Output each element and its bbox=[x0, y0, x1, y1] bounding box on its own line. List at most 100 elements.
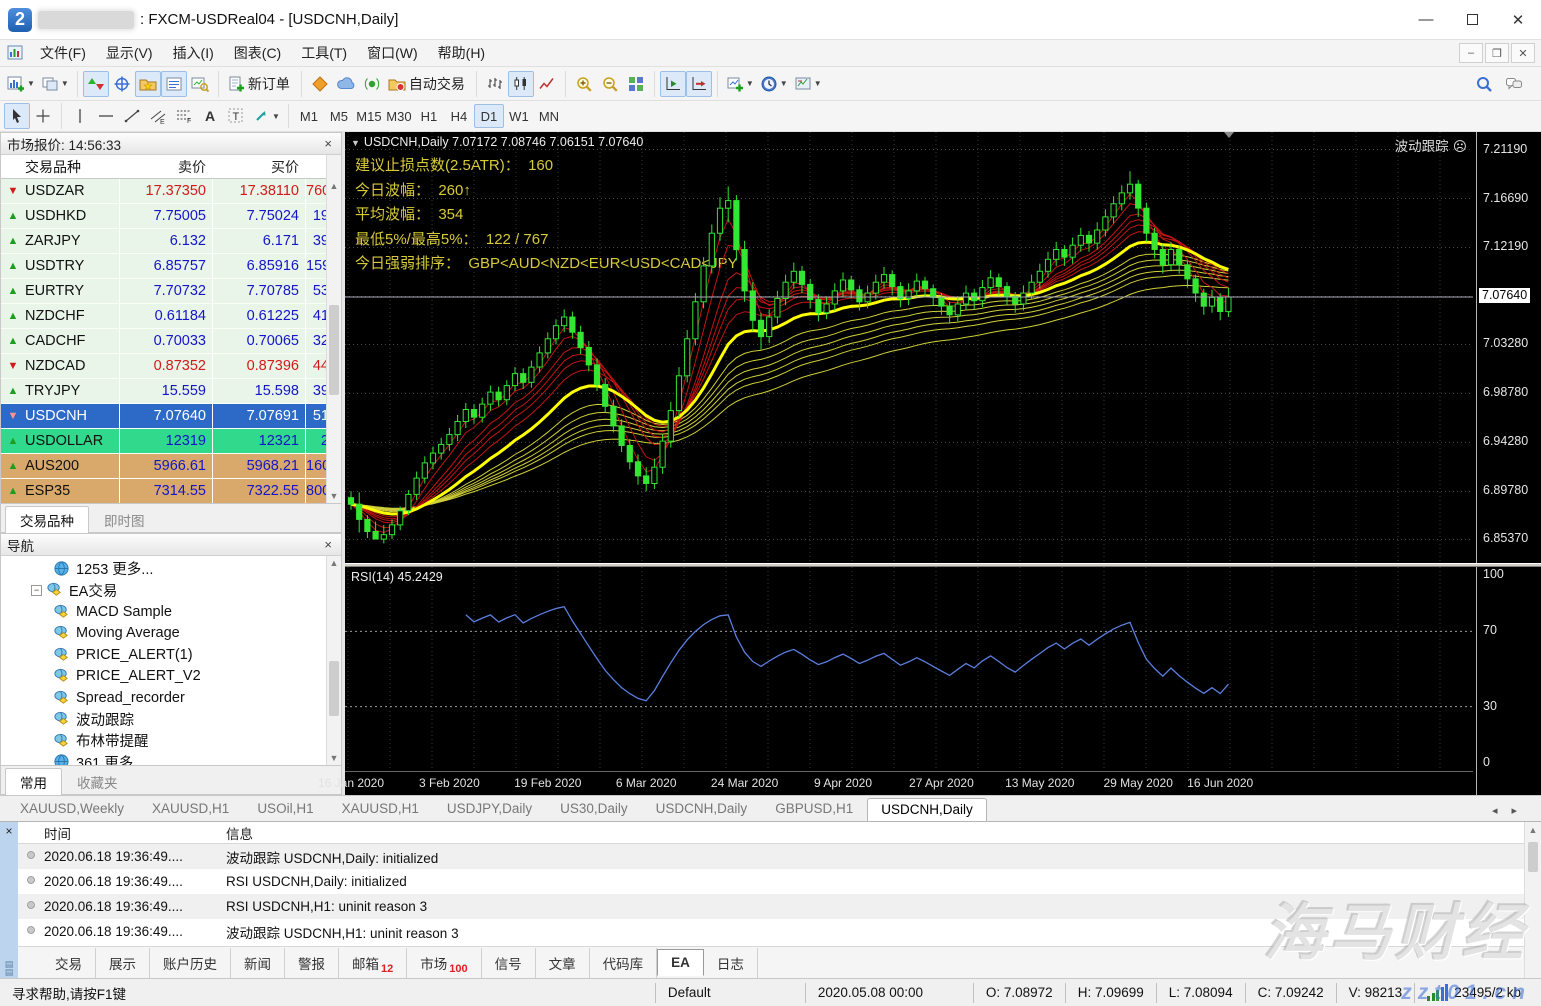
menu-item[interactable]: 帮助(H) bbox=[428, 42, 495, 64]
terminal-tab-文章[interactable]: 文章 bbox=[536, 947, 590, 978]
terminal-tab-日志[interactable]: 日志 bbox=[704, 947, 758, 978]
market-watch-row[interactable]: ▲ USDHKD 7.75005 7.75024 19 bbox=[1, 204, 341, 229]
indicators-button[interactable]: ▼ bbox=[723, 71, 757, 97]
navigator-item[interactable]: PRICE_ALERT_V2 bbox=[1, 666, 341, 688]
cursor-tool-button[interactable] bbox=[4, 103, 30, 129]
log-row[interactable]: 2020.06.18 19:36:49.... RSI USDCNH,H1: un… bbox=[18, 894, 1524, 919]
menu-item[interactable]: 窗口(W) bbox=[357, 42, 428, 64]
navigator-item[interactable]: 波动跟踪 bbox=[1, 709, 341, 731]
dropdown-arrow-icon[interactable]: ▼ bbox=[814, 79, 822, 88]
navigator-close-icon[interactable]: × bbox=[321, 537, 335, 552]
market-watch-row[interactable]: ▼ USDZAR 17.37350 17.38110 760 bbox=[1, 179, 341, 204]
scroll-down-icon[interactable]: ▼ bbox=[327, 753, 341, 763]
auto-scroll-button[interactable] bbox=[659, 70, 686, 97]
shapes-tool-button[interactable]: ▼ bbox=[249, 103, 283, 129]
dropdown-arrow-icon[interactable]: ▼ bbox=[746, 79, 754, 88]
scroll-down-icon[interactable]: ▼ bbox=[327, 491, 341, 501]
chart-tab[interactable]: USOil,H1 bbox=[243, 797, 327, 821]
line-chart-button[interactable] bbox=[534, 71, 560, 97]
timeframe-mn[interactable]: MN bbox=[534, 104, 564, 128]
scroll-up-icon[interactable]: ▲ bbox=[327, 181, 341, 191]
channel-tool-button[interactable]: E bbox=[145, 103, 171, 129]
panel-splitter[interactable] bbox=[345, 563, 1541, 567]
timeframe-m15[interactable]: M15 bbox=[354, 104, 384, 128]
scroll-thumb[interactable] bbox=[329, 661, 339, 716]
chart-shift-button[interactable] bbox=[685, 70, 712, 97]
navigator-item[interactable]: Moving Average bbox=[1, 623, 341, 645]
navigator-item[interactable]: MACD Sample bbox=[1, 601, 341, 623]
child-close-button[interactable]: ✕ bbox=[1511, 43, 1535, 63]
scroll-thumb[interactable] bbox=[329, 305, 339, 395]
child-restore-button[interactable]: ❐ bbox=[1485, 43, 1509, 63]
market-watch-row[interactable]: ▲ CADCHF 0.70033 0.70065 32 bbox=[1, 329, 341, 354]
terminal-scrollbar[interactable]: ▲ bbox=[1524, 822, 1541, 978]
terminal-tab-展示[interactable]: 展示 bbox=[96, 947, 150, 978]
rsi-subwindow[interactable]: RSI(14) 45.2429 bbox=[345, 567, 1473, 771]
chart-tab[interactable]: US30,Daily bbox=[546, 797, 642, 821]
market-watch-tab[interactable]: 交易品种 bbox=[5, 506, 89, 534]
navigator-item[interactable]: 361 更多... bbox=[1, 752, 341, 765]
market-watch-row[interactable]: ▲ EURTRY 7.70732 7.70785 53 bbox=[1, 279, 341, 304]
chart-tab[interactable]: XAUUSD,Weekly bbox=[6, 797, 138, 821]
dropdown-triangle-icon[interactable]: ▼ bbox=[351, 138, 360, 148]
market-watch-row[interactable]: ▲ USDOLLAR 12319 12321 2 bbox=[1, 429, 341, 454]
minimize-button[interactable]: — bbox=[1403, 0, 1449, 39]
new-order-button[interactable]: 新订单 bbox=[224, 71, 296, 97]
terminal-tab-交易[interactable]: 交易 bbox=[42, 947, 96, 978]
tab-scroll-arrows[interactable]: ◂▸ bbox=[1492, 804, 1541, 821]
navigator-item[interactable]: 1253 更多... bbox=[1, 558, 341, 580]
terminal-tab-警报[interactable]: 警报 bbox=[285, 947, 339, 978]
chart-cloud-button[interactable] bbox=[333, 71, 359, 97]
navigator-tab[interactable]: 收藏夹 bbox=[62, 768, 133, 796]
navigator-item[interactable]: 布林带提醒 bbox=[1, 730, 341, 752]
date-axis[interactable]: 16 Jan 2020 3 Feb 2020 19 Feb 2020 6 Mar 20… bbox=[318, 771, 1473, 795]
market-watch-row[interactable]: ▼ USDCNH 7.07640 7.07691 51 bbox=[1, 404, 341, 429]
timeframe-h1[interactable]: H1 bbox=[414, 104, 444, 128]
label-tool-button[interactable]: T bbox=[223, 103, 249, 129]
menu-item[interactable]: 显示(V) bbox=[96, 42, 163, 64]
terminal-close-icon[interactable]: × bbox=[5, 824, 12, 838]
child-minimize-button[interactable]: – bbox=[1459, 43, 1483, 63]
strategy-tester-button[interactable] bbox=[187, 71, 213, 97]
chart-tab[interactable]: USDCNH,Daily bbox=[867, 798, 987, 822]
chart-tab[interactable]: XAUUSD,H1 bbox=[328, 797, 433, 821]
autotrading-button[interactable]: 自动交易 bbox=[385, 71, 471, 97]
log-row[interactable]: 2020.06.18 19:36:49.... RSI USDCNH,Daily:… bbox=[18, 869, 1524, 894]
terminal-tab-账户历史[interactable]: 账户历史 bbox=[150, 947, 231, 978]
indicator-badge[interactable]: 波动跟踪 ☹ bbox=[1395, 135, 1467, 155]
market-watch-row[interactable]: ▲ AUS200 5966.61 5968.21 160 bbox=[1, 454, 341, 479]
navigator-item[interactable]: − EA交易 bbox=[1, 580, 341, 602]
close-button[interactable]: ✕ bbox=[1495, 0, 1541, 39]
navigator-item[interactable]: PRICE_ALERT(1) bbox=[1, 644, 341, 666]
data-window-button[interactable] bbox=[109, 71, 135, 97]
dropdown-arrow-icon[interactable]: ▼ bbox=[27, 79, 35, 88]
vline-tool-button[interactable] bbox=[67, 103, 93, 129]
fibonacci-tool-button[interactable]: F bbox=[171, 103, 197, 129]
dropdown-arrow-icon[interactable]: ▼ bbox=[272, 112, 280, 121]
market-watch-button[interactable] bbox=[82, 70, 109, 97]
hline-tool-button[interactable] bbox=[93, 103, 119, 129]
chart-tab[interactable]: GBPUSD,H1 bbox=[761, 797, 867, 821]
market-watch-tab[interactable]: 即时图 bbox=[89, 506, 160, 534]
price-scale[interactable]: 7.21190 7.16690 7.12190 7.03280 6.98780 6.942… bbox=[1476, 132, 1541, 795]
status-profile[interactable]: Default bbox=[654, 982, 805, 1003]
terminal-tab-代码库[interactable]: 代码库 bbox=[590, 947, 658, 978]
terminal-tab-信号[interactable]: 信号 bbox=[482, 947, 536, 978]
terminal-tab-新闻[interactable]: 新闻 bbox=[231, 947, 285, 978]
menu-item[interactable]: 插入(I) bbox=[163, 42, 224, 64]
scroll-up-icon[interactable]: ▲ bbox=[327, 558, 341, 568]
navigator-scrollbar[interactable]: ▲ ▼ bbox=[326, 556, 341, 765]
market-watch-close-icon[interactable]: × bbox=[321, 136, 335, 151]
market-watch-row[interactable]: ▲ ESP35 7314.55 7322.55 800 bbox=[1, 479, 341, 503]
scroll-thumb[interactable] bbox=[1528, 842, 1538, 872]
periods-button[interactable]: ▼ bbox=[757, 71, 791, 97]
menu-item[interactable]: 工具(T) bbox=[291, 42, 357, 64]
templates-button[interactable]: ▼ bbox=[791, 71, 825, 97]
dropdown-arrow-icon[interactable]: ▼ bbox=[61, 79, 69, 88]
log-row[interactable]: 2020.06.18 19:36:49.... 波动跟踪 USDCNH,H1: u… bbox=[18, 919, 1524, 944]
new-chart-button[interactable]: ▼ bbox=[4, 71, 38, 97]
log-row[interactable]: 2020.06.18 19:36:49.... 波动跟踪 USDCNH,Daily… bbox=[18, 844, 1524, 869]
terminal-tab-市场[interactable]: 市场 100 bbox=[407, 947, 482, 978]
navigator-button[interactable]: ★ bbox=[134, 70, 161, 97]
chart-plot[interactable]: 建议止损点数(2.5ATR)： 160 今日波幅： 260↑ 平均波幅： 354… bbox=[345, 132, 1473, 563]
